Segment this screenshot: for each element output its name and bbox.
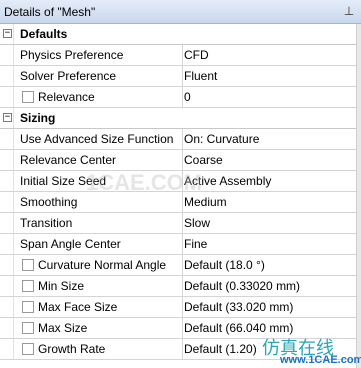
property-value[interactable]: CFD — [184, 48, 354, 62]
row-gutter — [0, 318, 14, 338]
parameter-checkbox[interactable] — [22, 280, 34, 292]
property-value[interactable]: Default (66.040 mm) — [184, 321, 354, 335]
collapse-toggle-icon[interactable]: − — [3, 29, 12, 38]
section-header-defaults[interactable]: − Defaults — [0, 24, 356, 45]
property-name: Smoothing — [20, 195, 78, 209]
row-gutter — [0, 297, 14, 317]
property-row[interactable]: Physics Preference CFD — [0, 45, 356, 66]
property-name-cell: Curvature Normal Angle — [14, 255, 183, 275]
collapse-toggle-icon[interactable]: − — [3, 113, 12, 122]
property-name: Max Face Size — [38, 300, 118, 314]
property-row[interactable]: Relevance Center Coarse — [0, 150, 356, 171]
row-gutter — [0, 129, 14, 149]
property-value[interactable]: Default (0.33020 mm) — [184, 279, 354, 293]
row-gutter — [0, 339, 14, 359]
property-name: Relevance Center — [20, 153, 117, 167]
row-gutter — [0, 66, 14, 86]
property-value[interactable]: Active Assembly — [184, 174, 354, 188]
watermark-url: www.1CAE.com — [280, 354, 361, 366]
property-value[interactable]: Default (18.0 °) — [184, 258, 354, 272]
property-value[interactable]: Fluent — [184, 69, 354, 83]
property-name: Use Advanced Size Function — [20, 132, 174, 146]
section-header-sizing[interactable]: − Sizing — [0, 108, 356, 129]
property-name-cell: Physics Preference — [14, 45, 183, 65]
property-row[interactable]: Max Face Size Default (33.020 mm) — [0, 297, 356, 318]
row-gutter — [0, 150, 14, 170]
property-value[interactable]: Medium — [184, 195, 354, 209]
parameter-checkbox[interactable] — [22, 301, 34, 313]
row-gutter — [0, 213, 14, 233]
row-gutter — [0, 255, 14, 275]
row-gutter — [0, 192, 14, 212]
property-name-cell: Relevance Center — [14, 150, 183, 170]
property-name-cell: Solver Preference — [14, 66, 183, 86]
panel-title: Details of "Mesh" — [4, 5, 96, 19]
property-value[interactable]: Coarse — [184, 153, 354, 167]
property-name-cell: Span Angle Center — [14, 234, 183, 254]
property-value[interactable]: 0 — [184, 90, 354, 104]
property-name-cell: Growth Rate — [14, 339, 183, 359]
property-name-cell: Max Size — [14, 318, 183, 338]
property-row[interactable]: Transition Slow — [0, 213, 356, 234]
pin-icon[interactable]: ⊥ — [343, 3, 355, 19]
property-value[interactable]: Fine — [184, 237, 354, 251]
row-gutter — [0, 87, 14, 107]
panel-titlebar: Details of "Mesh" ⊥ — [0, 0, 361, 24]
property-name-cell: Use Advanced Size Function — [14, 129, 183, 149]
property-name: Min Size — [38, 279, 85, 293]
property-row[interactable]: Span Angle Center Fine — [0, 234, 356, 255]
property-name: Physics Preference — [20, 48, 124, 62]
property-name: Max Size — [38, 321, 88, 335]
property-name: Growth Rate — [38, 342, 106, 356]
row-gutter — [0, 45, 14, 65]
row-gutter — [0, 234, 14, 254]
property-name: Solver Preference — [20, 69, 117, 83]
property-name: Curvature Normal Angle — [38, 258, 167, 272]
vertical-scrollbar[interactable] — [356, 24, 361, 368]
property-row[interactable]: Min Size Default (0.33020 mm) — [0, 276, 356, 297]
property-row[interactable]: Curvature Normal Angle Default (18.0 °) — [0, 255, 356, 276]
property-row[interactable]: Solver Preference Fluent — [0, 66, 356, 87]
section-gutter: − — [0, 24, 14, 44]
watermark-center: 1CAE.COM — [86, 170, 203, 195]
property-value[interactable]: Default (33.020 mm) — [184, 300, 354, 314]
section-label: Sizing — [20, 111, 56, 125]
property-name: Span Angle Center — [20, 237, 121, 251]
property-value[interactable]: Slow — [184, 216, 354, 230]
row-gutter — [0, 276, 14, 296]
section-gutter: − — [0, 108, 14, 128]
property-name-cell: Relevance — [14, 87, 183, 107]
property-name: Transition — [20, 216, 73, 230]
row-gutter — [0, 171, 14, 191]
property-name-cell: Min Size — [14, 276, 183, 296]
parameter-checkbox[interactable] — [22, 343, 34, 355]
property-name: Relevance — [38, 90, 95, 104]
property-name-cell: Max Face Size — [14, 297, 183, 317]
parameter-checkbox[interactable] — [22, 91, 34, 103]
section-label: Defaults — [20, 27, 68, 41]
property-row[interactable]: Use Advanced Size Function On: Curvature — [0, 129, 356, 150]
property-value[interactable]: On: Curvature — [184, 132, 354, 146]
property-name-cell: Transition — [14, 213, 183, 233]
parameter-checkbox[interactable] — [22, 259, 34, 271]
parameter-checkbox[interactable] — [22, 322, 34, 334]
details-panel: Details of "Mesh" ⊥ − Defaults Physics Pre… — [0, 0, 361, 368]
property-row[interactable]: Relevance 0 — [0, 87, 356, 108]
